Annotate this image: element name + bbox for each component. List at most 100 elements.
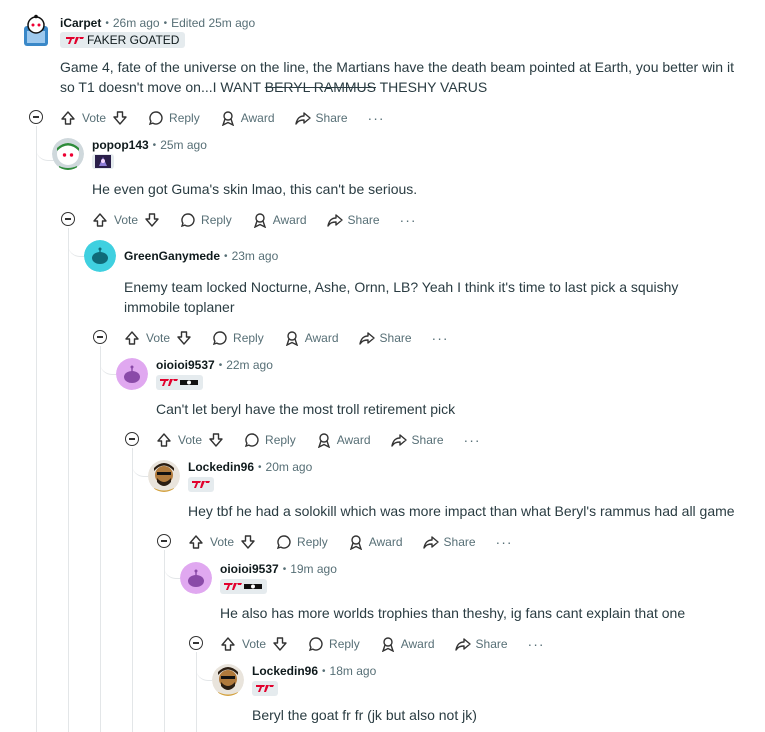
award-label: Award <box>304 331 339 345</box>
more-options-button[interactable]: ··· <box>464 432 481 448</box>
award-icon <box>317 433 330 448</box>
team-logo-icon <box>180 380 198 385</box>
share-label: Share <box>347 213 380 227</box>
username[interactable]: popop143 <box>92 138 149 152</box>
more-options-button[interactable]: ··· <box>432 330 449 346</box>
share-icon <box>390 434 407 447</box>
reply-button[interactable]: Reply <box>308 636 360 652</box>
downvote-icon[interactable] <box>112 110 128 126</box>
share-button[interactable]: Share <box>422 534 476 550</box>
reply-button[interactable]: Reply <box>212 330 264 346</box>
award-icon <box>221 111 234 126</box>
vote-group: Vote <box>188 534 256 550</box>
upvote-icon[interactable] <box>156 432 172 448</box>
thread-line <box>100 346 101 732</box>
thread-elbow <box>164 554 180 579</box>
comment-meta: Lockedin96 • 20m ago <box>188 460 312 474</box>
award-button[interactable]: Award <box>348 534 403 550</box>
username[interactable]: oioioi9537 <box>156 358 215 372</box>
share-label: Share <box>443 535 476 549</box>
separator-dot: • <box>105 17 109 29</box>
avatar[interactable] <box>84 240 116 272</box>
award-button[interactable]: Award <box>316 432 371 448</box>
avatar[interactable] <box>116 358 148 390</box>
reply-label: Reply <box>201 213 232 227</box>
more-options-button[interactable]: ··· <box>496 534 513 550</box>
award-button[interactable]: Award <box>252 212 307 228</box>
username[interactable]: oioioi9537 <box>220 562 279 576</box>
share-button[interactable]: Share <box>294 110 348 126</box>
t1-logo-icon <box>224 583 242 590</box>
username[interactable]: Lockedin96 <box>188 460 254 474</box>
timestamp[interactable]: 22m ago <box>226 358 273 372</box>
award-button[interactable]: Award <box>220 110 275 126</box>
downvote-icon[interactable] <box>144 212 160 228</box>
downvote-icon[interactable] <box>208 432 224 448</box>
upvote-icon[interactable] <box>60 110 76 126</box>
more-options-button[interactable]: ··· <box>528 636 545 652</box>
award-button[interactable]: Award <box>380 636 435 652</box>
downvote-icon[interactable] <box>272 636 288 652</box>
comment-body: Can't let beryl have the most troll reti… <box>156 401 456 417</box>
collapse-thread-button[interactable] <box>157 534 171 548</box>
share-button[interactable]: Share <box>390 432 444 448</box>
downvote-icon[interactable] <box>240 534 256 550</box>
upvote-icon[interactable] <box>124 330 140 346</box>
share-button[interactable]: Share <box>326 212 380 228</box>
award-label: Award <box>336 433 371 447</box>
timestamp[interactable]: 26m ago <box>113 16 160 30</box>
reply-label: Reply <box>233 331 264 345</box>
downvote-icon[interactable] <box>176 330 192 346</box>
timestamp[interactable]: 20m ago <box>266 460 313 474</box>
award-label: Award <box>272 213 307 227</box>
t1-logo-icon <box>192 481 210 488</box>
action-bar: Vote Reply Award Share ··· <box>220 632 545 656</box>
action-bar: Vote Reply Award Share ··· <box>92 208 417 232</box>
user-flair <box>156 375 203 390</box>
timestamp[interactable]: 23m ago <box>232 249 279 263</box>
avatar[interactable] <box>52 138 84 170</box>
timestamp[interactable]: 18m ago <box>330 664 377 678</box>
upvote-icon[interactable] <box>188 534 204 550</box>
username[interactable]: GreenGanymede <box>124 249 220 263</box>
award-button[interactable]: Award <box>284 330 339 346</box>
thread-line <box>132 448 133 732</box>
thread-elbow <box>68 232 84 257</box>
comment-body: Hey tbf he had a solokill which was more… <box>188 503 735 519</box>
collapse-thread-button[interactable] <box>125 432 139 446</box>
reply-button[interactable]: Reply <box>244 432 296 448</box>
reply-button[interactable]: Reply <box>180 212 232 228</box>
separator-dot: • <box>224 250 228 262</box>
more-options-button[interactable]: ··· <box>400 212 417 228</box>
comment-body: Enemy team locked Nocturne, Ashe, Ornn, … <box>124 279 679 315</box>
avatar[interactable] <box>148 460 180 492</box>
share-button[interactable]: Share <box>454 636 508 652</box>
more-options-button[interactable]: ··· <box>368 110 385 126</box>
collapse-thread-button[interactable] <box>29 110 43 124</box>
reply-button[interactable]: Reply <box>276 534 328 550</box>
flair-text: FAKER GOATED <box>87 33 180 47</box>
timestamp[interactable]: 25m ago <box>160 138 207 152</box>
thread-line <box>164 550 165 732</box>
share-label: Share <box>315 111 348 125</box>
separator-dot: • <box>282 563 287 575</box>
avatar[interactable] <box>20 14 52 46</box>
username[interactable]: Lockedin96 <box>252 664 318 678</box>
action-bar: Vote Reply Award Share ··· <box>188 530 513 554</box>
timestamp[interactable]: 19m ago <box>290 562 337 576</box>
collapse-thread-button[interactable] <box>93 330 107 344</box>
collapse-thread-button[interactable] <box>61 212 75 226</box>
collapse-thread-button[interactable] <box>189 636 203 650</box>
comment-meta: Lockedin96 • 18m ago <box>252 664 376 678</box>
avatar[interactable] <box>212 664 244 696</box>
reply-button[interactable]: Reply <box>148 110 200 126</box>
avatar[interactable] <box>180 562 212 594</box>
username[interactable]: iCarpet <box>60 16 101 30</box>
share-button[interactable]: Share <box>358 330 412 346</box>
upvote-icon[interactable] <box>220 636 236 652</box>
thread-elbow <box>132 452 148 477</box>
separator-dot: • <box>322 665 326 677</box>
upvote-icon[interactable] <box>92 212 108 228</box>
team-logo-icon <box>244 584 262 589</box>
t1-logo-icon <box>160 379 178 386</box>
